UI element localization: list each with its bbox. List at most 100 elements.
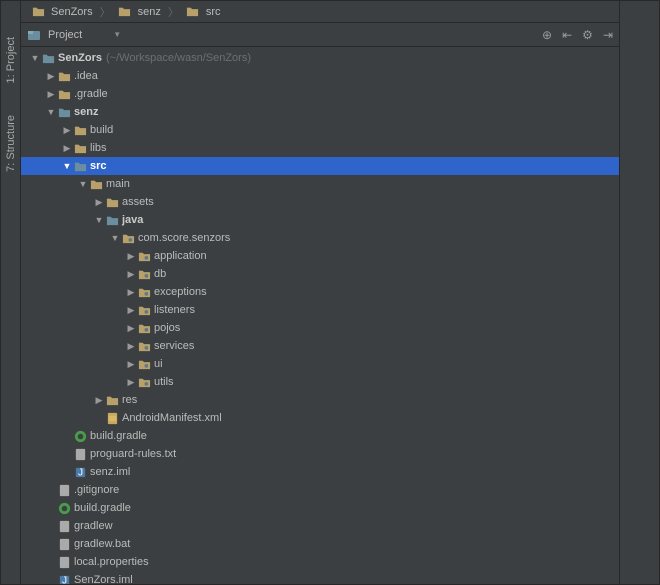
structure-tool-tab[interactable]: 7: Structure bbox=[3, 109, 19, 178]
tree-item-label: build bbox=[90, 124, 113, 136]
tree-row[interactable]: build.gradle bbox=[21, 499, 619, 517]
tree-item-label: gradlew.bat bbox=[74, 538, 130, 550]
tree-row[interactable]: local.properties bbox=[21, 553, 619, 571]
tree-arrow-icon[interactable]: ▼ bbox=[61, 161, 73, 171]
package-icon bbox=[137, 303, 151, 317]
breadcrumb-item[interactable]: SenZors bbox=[25, 5, 99, 19]
tree-row[interactable]: gradlew bbox=[21, 517, 619, 535]
tree-row[interactable]: J SenZors.iml bbox=[21, 571, 619, 584]
file-icon bbox=[57, 537, 71, 551]
tree-arrow-icon[interactable]: ▼ bbox=[29, 53, 41, 63]
tree-arrow-icon[interactable]: ▶ bbox=[125, 341, 137, 352]
project-toolbar: Project ▼ ⊕ ⇤ ⚙ ⇥ bbox=[21, 23, 619, 47]
settings-gear-icon[interactable]: ⚙ bbox=[582, 28, 593, 42]
tree-item-label: application bbox=[154, 250, 207, 262]
xml-icon bbox=[105, 411, 119, 425]
tree-item-label: exceptions bbox=[154, 286, 207, 298]
main-area: SenZors〉senz〉src Project ▼ ⊕ ⇤ ⚙ ⇥ ▼SenZ… bbox=[21, 1, 619, 584]
tree-row[interactable]: Jsenz.iml bbox=[21, 463, 619, 481]
svg-text:J: J bbox=[61, 575, 66, 584]
package-icon bbox=[137, 267, 151, 281]
tree-row[interactable]: proguard-rules.txt bbox=[21, 445, 619, 463]
tree-arrow-icon[interactable]: ▶ bbox=[93, 197, 105, 208]
project-icon bbox=[27, 28, 41, 42]
tree-arrow-icon[interactable]: ▶ bbox=[125, 377, 137, 388]
tree-row[interactable]: AndroidManifest.xml bbox=[21, 409, 619, 427]
collapse-all-icon[interactable]: ⇤ bbox=[562, 28, 572, 42]
tree-item-path: (~/Workspace/wasn/SenZors) bbox=[106, 52, 251, 64]
tree-row[interactable]: ▶libs bbox=[21, 139, 619, 157]
hide-icon[interactable]: ⇥ bbox=[603, 28, 613, 42]
tree-item-label: .idea bbox=[74, 70, 98, 82]
tree-row[interactable]: ▼senz bbox=[21, 103, 619, 121]
tree-row[interactable]: ▼src bbox=[21, 157, 619, 175]
package-icon bbox=[137, 249, 151, 263]
tree-arrow-icon[interactable]: ▼ bbox=[93, 215, 105, 225]
tree-arrow-icon[interactable]: ▼ bbox=[77, 179, 89, 189]
tree-row[interactable]: ▶ ui bbox=[21, 355, 619, 373]
tree-arrow-icon[interactable]: ▶ bbox=[45, 89, 57, 100]
tree-row[interactable]: ▼SenZors (~/Workspace/wasn/SenZors) bbox=[21, 49, 619, 67]
folder-icon bbox=[89, 177, 103, 191]
folder-icon bbox=[105, 393, 119, 407]
tree-row[interactable]: .gitignore bbox=[21, 481, 619, 499]
tree-row[interactable]: ▶pojos bbox=[21, 319, 619, 337]
tree-item-label: services bbox=[154, 340, 194, 352]
tree-row[interactable]: ▼java bbox=[21, 211, 619, 229]
right-gutter bbox=[619, 1, 659, 584]
folder-icon bbox=[105, 213, 119, 227]
breadcrumb-item[interactable]: src bbox=[180, 5, 227, 19]
file-icon bbox=[57, 519, 71, 533]
file-icon bbox=[57, 483, 71, 497]
tree-item-label: SenZors.iml bbox=[74, 574, 133, 584]
tree-row[interactable]: ▶ application bbox=[21, 247, 619, 265]
tree-row[interactable]: ▶ exceptions bbox=[21, 283, 619, 301]
folder-icon bbox=[186, 5, 200, 19]
tree-item-label: build.gradle bbox=[74, 502, 131, 514]
iml-icon: J bbox=[73, 465, 87, 479]
tree-row[interactable]: ▼ main bbox=[21, 175, 619, 193]
tree-arrow-icon[interactable]: ▶ bbox=[93, 395, 105, 406]
tree-row[interactable]: ▶res bbox=[21, 391, 619, 409]
tree-arrow-icon[interactable]: ▶ bbox=[45, 71, 57, 82]
tree-arrow-icon[interactable]: ▶ bbox=[61, 143, 73, 154]
tree-item-label: AndroidManifest.xml bbox=[122, 412, 222, 424]
folder-icon bbox=[41, 51, 55, 65]
tree-item-label: ui bbox=[154, 358, 163, 370]
tree-row[interactable]: gradlew.bat bbox=[21, 535, 619, 553]
tree-arrow-icon[interactable]: ▶ bbox=[125, 305, 137, 316]
tree-row[interactable]: ▶ services bbox=[21, 337, 619, 355]
tree-row[interactable]: ▶db bbox=[21, 265, 619, 283]
project-tree[interactable]: ▼SenZors (~/Workspace/wasn/SenZors) ▶ .ide… bbox=[21, 47, 619, 584]
breadcrumb-separator: 〉 bbox=[100, 4, 111, 20]
project-tool-tab[interactable]: 1: Project bbox=[3, 31, 19, 89]
folder-icon bbox=[105, 195, 119, 209]
tree-row[interactable]: ▼com.score.senzors bbox=[21, 229, 619, 247]
tree-arrow-icon[interactable]: ▶ bbox=[125, 251, 137, 262]
tree-row[interactable]: ▶.gradle bbox=[21, 85, 619, 103]
tree-row[interactable]: ▶assets bbox=[21, 193, 619, 211]
tree-row[interactable]: ▶ .idea bbox=[21, 67, 619, 85]
scroll-from-source-icon[interactable]: ⊕ bbox=[542, 28, 552, 42]
tree-item-label: utils bbox=[154, 376, 174, 388]
tree-arrow-icon[interactable]: ▼ bbox=[45, 107, 57, 117]
tree-arrow-icon[interactable]: ▼ bbox=[109, 233, 121, 243]
tree-item-label: gradlew bbox=[74, 520, 113, 532]
tree-row[interactable]: build.gradle bbox=[21, 427, 619, 445]
tree-item-label: main bbox=[106, 178, 130, 190]
tree-arrow-icon[interactable]: ▶ bbox=[61, 125, 73, 136]
tree-item-label: senz.iml bbox=[90, 466, 130, 478]
tree-arrow-icon[interactable]: ▶ bbox=[125, 269, 137, 280]
tree-row[interactable]: ▶ utils bbox=[21, 373, 619, 391]
tree-row[interactable]: ▶ build bbox=[21, 121, 619, 139]
gradle-icon bbox=[57, 501, 71, 515]
tree-item-label: listeners bbox=[154, 304, 195, 316]
tree-arrow-icon[interactable]: ▶ bbox=[125, 323, 137, 334]
tree-row[interactable]: ▶ listeners bbox=[21, 301, 619, 319]
tree-arrow-icon[interactable]: ▶ bbox=[125, 359, 137, 370]
folder-icon bbox=[73, 123, 87, 137]
breadcrumb-item[interactable]: senz bbox=[112, 5, 167, 19]
tree-arrow-icon[interactable]: ▶ bbox=[125, 287, 137, 298]
project-view-dropdown[interactable]: Project ▼ bbox=[48, 29, 121, 41]
breadcrumb-bar: SenZors〉senz〉src bbox=[21, 1, 619, 23]
